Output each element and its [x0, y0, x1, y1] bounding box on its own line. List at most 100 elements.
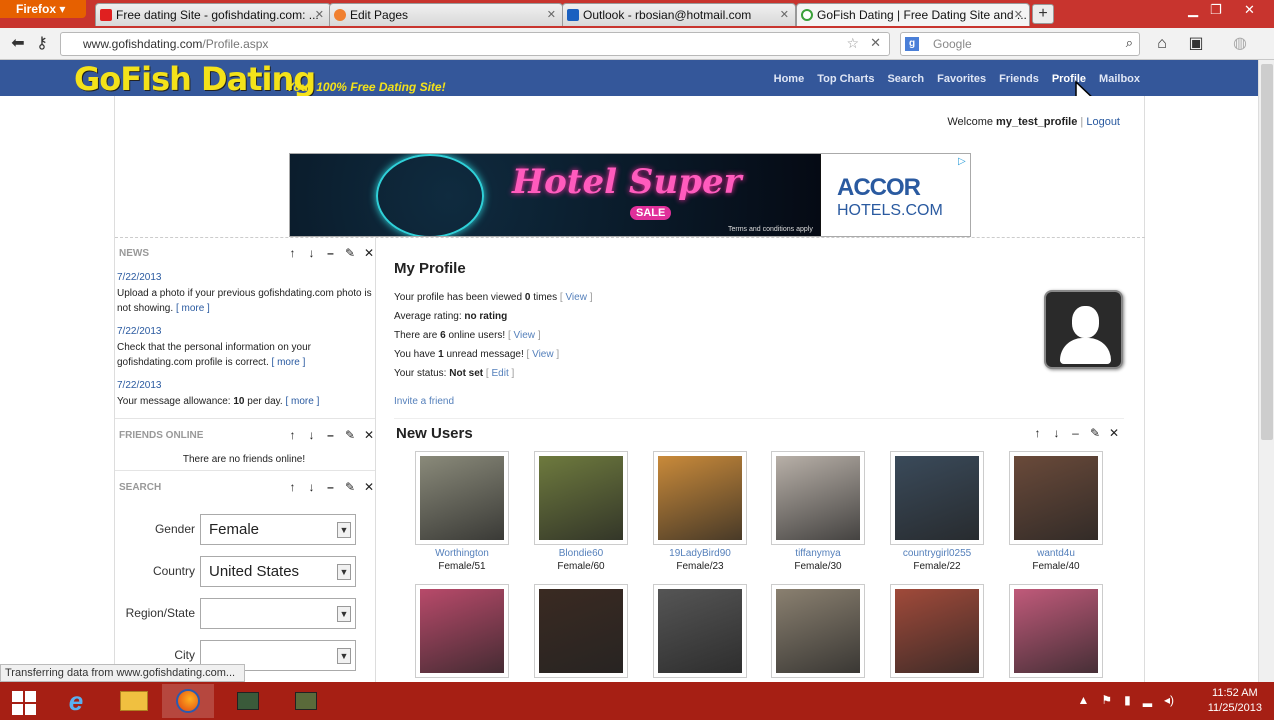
nav-friends[interactable]: Friends	[999, 73, 1039, 85]
stop-icon[interactable]: ✕	[870, 35, 881, 51]
bookmarks-icon[interactable]: ▣	[1184, 32, 1208, 56]
user-photo-frame[interactable]	[534, 451, 628, 545]
country-select[interactable]: United States ▼	[200, 556, 356, 587]
user-photo[interactable]	[539, 589, 623, 673]
minimize-panel-icon[interactable]: –	[1071, 426, 1080, 440]
browser-tab[interactable]: Outlook - rbosian@hotmail.com ✕	[562, 3, 796, 26]
edit-panel-icon[interactable]: ✎	[345, 246, 355, 260]
firefox-menu-button[interactable]: Firefox ▾	[0, 0, 86, 18]
minimize-panel-icon[interactable]: –	[326, 246, 335, 260]
nav-top-charts[interactable]: Top Charts	[817, 73, 874, 85]
close-tab-icon[interactable]: ✕	[1014, 8, 1023, 21]
new-user-card[interactable]: countrygirl0255 Female/22	[890, 451, 984, 572]
network-icon[interactable]: ▂	[1143, 693, 1152, 707]
adchoices-icon[interactable]: ▷	[958, 156, 968, 168]
move-up-icon[interactable]: ↑	[288, 480, 297, 494]
back-arrow-icon[interactable]: ⬅	[6, 32, 30, 56]
user-name-link[interactable]: Blondie60	[534, 548, 628, 559]
user-photo-frame[interactable]	[771, 451, 865, 545]
user-photo-frame[interactable]	[415, 451, 509, 545]
user-name-link[interactable]: 19LadyBird90	[653, 548, 747, 559]
close-panel-icon[interactable]: ✕	[364, 480, 374, 494]
volume-icon[interactable]: ◂)	[1164, 693, 1174, 707]
invite-friend-link[interactable]: Invite a friend	[394, 396, 454, 407]
user-photo[interactable]	[776, 589, 860, 673]
minimize-panel-icon[interactable]: –	[326, 428, 335, 442]
news-more-link[interactable]: [ more ]	[285, 396, 319, 407]
new-user-card[interactable]	[890, 584, 984, 681]
nav-search[interactable]: Search	[887, 73, 924, 85]
user-photo-frame[interactable]	[771, 584, 865, 678]
site-logo[interactable]: GoFish Dating	[74, 60, 316, 98]
new-user-card[interactable]	[534, 584, 628, 681]
close-tab-icon[interactable]: ✕	[315, 8, 324, 21]
flag-icon[interactable]: ⚑	[1101, 693, 1112, 707]
addon-icon[interactable]: ◍	[1228, 32, 1252, 56]
user-name-link[interactable]: tiffanymya	[771, 548, 865, 559]
new-user-card[interactable]	[771, 584, 865, 681]
nav-home[interactable]: Home	[774, 73, 805, 85]
user-photo[interactable]	[420, 456, 504, 540]
browser-tab[interactable]: Free dating Site - gofishdating.com: ...…	[95, 3, 331, 26]
logout-link[interactable]: Logout	[1086, 116, 1120, 128]
new-user-card[interactable]: tiffanymya Female/30	[771, 451, 865, 572]
app-taskbar-button[interactable]	[222, 684, 274, 718]
search-bar[interactable]: g Google ⌕	[900, 32, 1140, 56]
internet-explorer-taskbar-button[interactable]: e	[50, 684, 102, 718]
user-photo[interactable]	[658, 589, 742, 673]
user-photo[interactable]	[895, 456, 979, 540]
user-photo-frame[interactable]	[415, 584, 509, 678]
news-more-link[interactable]: [ more ]	[176, 303, 210, 314]
user-photo[interactable]	[895, 589, 979, 673]
edit-panel-icon[interactable]: ✎	[345, 480, 355, 494]
minimize-panel-icon[interactable]: –	[326, 480, 335, 494]
move-down-icon[interactable]: ↓	[307, 246, 316, 260]
user-photo-frame[interactable]	[1009, 584, 1103, 678]
close-panel-icon[interactable]: ✕	[1109, 426, 1119, 440]
new-tab-button[interactable]: +	[1032, 4, 1054, 24]
user-photo-frame[interactable]	[534, 584, 628, 678]
user-photo[interactable]	[1014, 456, 1098, 540]
new-user-card[interactable]: 19LadyBird90 Female/23	[653, 451, 747, 572]
news-more-link[interactable]: [ more ]	[272, 357, 306, 368]
new-user-card[interactable]: wantd4u Female/40	[1009, 451, 1103, 572]
user-photo[interactable]	[420, 589, 504, 673]
view-messages-link[interactable]: View	[532, 349, 554, 360]
vertical-scrollbar[interactable]	[1258, 60, 1274, 682]
browser-tab-active[interactable]: GoFish Dating | Free Dating Site and ...…	[796, 3, 1030, 26]
new-user-card[interactable]	[1009, 584, 1103, 681]
banner-ad[interactable]: Hotel Super SALE Terms and conditions ap…	[289, 153, 971, 237]
show-hidden-icons-icon[interactable]: ▲	[1077, 693, 1089, 707]
move-up-icon[interactable]: ↑	[1033, 426, 1042, 440]
new-user-card[interactable]	[415, 584, 509, 681]
scrollbar-thumb[interactable]	[1261, 64, 1273, 440]
user-name-link[interactable]: Worthington	[415, 548, 509, 559]
close-panel-icon[interactable]: ✕	[364, 246, 374, 260]
start-button[interactable]	[0, 684, 52, 718]
nav-mailbox[interactable]: Mailbox	[1099, 73, 1140, 85]
user-photo[interactable]	[1014, 589, 1098, 673]
browser-tab[interactable]: Edit Pages ✕	[329, 3, 563, 26]
move-down-icon[interactable]: ↓	[307, 480, 316, 494]
bookmark-star-icon[interactable]: ☆	[846, 35, 859, 52]
user-name-link[interactable]: countrygirl0255	[890, 548, 984, 559]
taskbar-clock[interactable]: 11:52 AM 11/25/2013	[1208, 686, 1262, 716]
identity-key-icon[interactable]: ⚷	[30, 32, 54, 56]
user-photo[interactable]	[658, 456, 742, 540]
minimize-icon[interactable]: ▁	[1188, 2, 1198, 18]
user-photo[interactable]	[539, 456, 623, 540]
gender-select[interactable]: Female ▼	[200, 514, 356, 545]
new-user-card[interactable]: Worthington Female/51	[415, 451, 509, 572]
close-tab-icon[interactable]: ✕	[547, 8, 556, 21]
region-select[interactable]: ▼	[200, 598, 356, 629]
new-user-card[interactable]	[653, 584, 747, 681]
new-user-card[interactable]: Blondie60 Female/60	[534, 451, 628, 572]
edit-panel-icon[interactable]: ✎	[345, 428, 355, 442]
restore-icon[interactable]: ❐	[1210, 2, 1222, 18]
move-up-icon[interactable]: ↑	[288, 428, 297, 442]
view-profile-views-link[interactable]: View	[565, 292, 587, 303]
search-icon[interactable]: ⌕	[1126, 35, 1133, 51]
profile-avatar[interactable]	[1044, 290, 1123, 369]
user-name-link[interactable]: wantd4u	[1009, 548, 1103, 559]
file-explorer-taskbar-button[interactable]	[108, 684, 160, 718]
